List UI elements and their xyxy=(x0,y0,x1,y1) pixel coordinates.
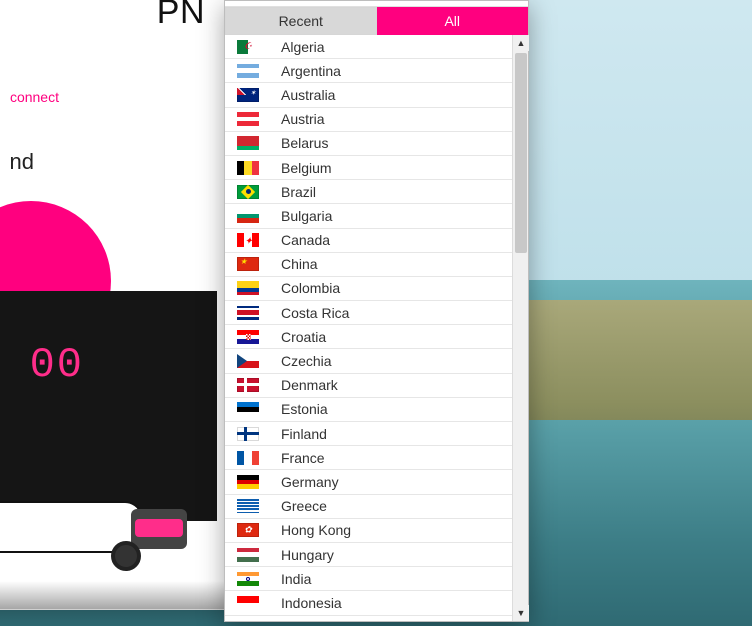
flag-icon xyxy=(237,161,259,175)
country-name: Austria xyxy=(281,111,325,127)
country-name: Estonia xyxy=(281,401,328,417)
flag-icon: ✿ xyxy=(237,523,259,537)
flag-icon xyxy=(237,354,259,368)
country-name: Germany xyxy=(281,474,339,490)
country-row[interactable]: Croatia xyxy=(225,325,512,349)
country-name: Australia xyxy=(281,87,335,103)
country-name: France xyxy=(281,450,325,466)
country-name: Algeria xyxy=(281,39,325,55)
country-row[interactable]: Colombia xyxy=(225,277,512,301)
flag-icon xyxy=(237,475,259,489)
country-row[interactable]: ☪ Algeria xyxy=(225,35,512,59)
flag-icon xyxy=(237,451,259,465)
scroll-down-button[interactable]: ▼ xyxy=(513,605,529,621)
country-row[interactable]: Belarus xyxy=(225,132,512,156)
country-row[interactable]: ★ China xyxy=(225,253,512,277)
country-row[interactable]: Hungary xyxy=(225,543,512,567)
flag-icon xyxy=(237,185,259,199)
app-title: PN xyxy=(157,0,205,32)
country-row[interactable]: Estonia xyxy=(225,398,512,422)
country-row[interactable]: Bulgaria xyxy=(225,204,512,228)
tab-recent[interactable]: Recent xyxy=(225,7,377,35)
country-name: Argentina xyxy=(281,63,341,79)
country-name: Costa Rica xyxy=(281,305,349,321)
country-row[interactable]: ✶ Australia xyxy=(225,83,512,107)
flag-icon: ✦ xyxy=(237,233,259,247)
country-name: Bulgaria xyxy=(281,208,332,224)
flag-icon xyxy=(237,64,259,78)
dropdown-tabs: Recent All xyxy=(225,7,528,35)
flag-icon xyxy=(237,378,259,392)
flag-icon xyxy=(237,548,259,562)
tab-all[interactable]: All xyxy=(377,7,529,35)
country-row[interactable]: Czechia xyxy=(225,349,512,373)
country-name: Croatia xyxy=(281,329,326,345)
country-name: Colombia xyxy=(281,280,340,296)
country-row[interactable]: India xyxy=(225,567,512,591)
country-row[interactable]: Germany xyxy=(225,470,512,494)
country-row[interactable]: ✦ Canada xyxy=(225,229,512,253)
flag-icon xyxy=(237,209,259,223)
flag-icon xyxy=(237,572,259,586)
flag-icon xyxy=(237,306,259,320)
country-name: India xyxy=(281,571,311,587)
country-row[interactable]: Indonesia xyxy=(225,591,512,615)
vpn-app-window: PN connect nd 00 on! Malicious Websites xyxy=(0,0,230,610)
flag-icon xyxy=(237,281,259,295)
country-row[interactable]: Austria xyxy=(225,108,512,132)
country-row[interactable]: Brazil xyxy=(225,180,512,204)
scroll-up-button[interactable]: ▲ xyxy=(513,35,529,51)
connect-link[interactable]: connect xyxy=(10,89,59,105)
country-name: China xyxy=(281,256,318,272)
country-row[interactable]: Costa Rica xyxy=(225,301,512,325)
country-name: Finland xyxy=(281,426,327,442)
stats-panel xyxy=(0,291,217,521)
flag-icon xyxy=(237,402,259,416)
country-name: Belarus xyxy=(281,135,328,151)
country-name: Belgium xyxy=(281,160,332,176)
status-text: nd xyxy=(10,149,34,175)
country-name: Canada xyxy=(281,232,330,248)
robot-illustration xyxy=(101,501,211,571)
flag-icon xyxy=(237,499,259,513)
country-name: Brazil xyxy=(281,184,316,200)
country-name: Czechia xyxy=(281,353,332,369)
country-name: Greece xyxy=(281,498,327,514)
flag-icon: ✶ xyxy=(237,88,259,102)
scroll-thumb[interactable] xyxy=(515,53,527,253)
session-timer: 00 xyxy=(30,341,84,389)
country-row[interactable]: Finland xyxy=(225,422,512,446)
country-row[interactable]: France xyxy=(225,446,512,470)
country-row[interactable]: Argentina xyxy=(225,59,512,83)
flag-icon xyxy=(237,112,259,126)
country-list: ☪ Algeria Argentina ✶ Australia Austria Belaru… xyxy=(225,35,512,621)
country-row[interactable]: Belgium xyxy=(225,156,512,180)
country-name: Denmark xyxy=(281,377,338,393)
scrollbar[interactable]: ▲ ▼ xyxy=(512,35,528,621)
flag-icon: ★ xyxy=(237,257,259,271)
flag-icon xyxy=(237,136,259,150)
flag-icon xyxy=(237,596,259,610)
flag-icon: ☪ xyxy=(237,40,259,54)
country-row[interactable]: Greece xyxy=(225,495,512,519)
country-row[interactable]: ✿ Hong Kong xyxy=(225,519,512,543)
country-name: Hong Kong xyxy=(281,522,351,538)
flag-icon xyxy=(237,427,259,441)
flag-icon xyxy=(237,330,259,344)
country-name: Hungary xyxy=(281,547,334,563)
country-name: Indonesia xyxy=(281,595,342,611)
country-row[interactable]: Denmark xyxy=(225,374,512,398)
country-dropdown: Recent All ☪ Algeria Argentina ✶ Australia Au… xyxy=(224,0,529,622)
